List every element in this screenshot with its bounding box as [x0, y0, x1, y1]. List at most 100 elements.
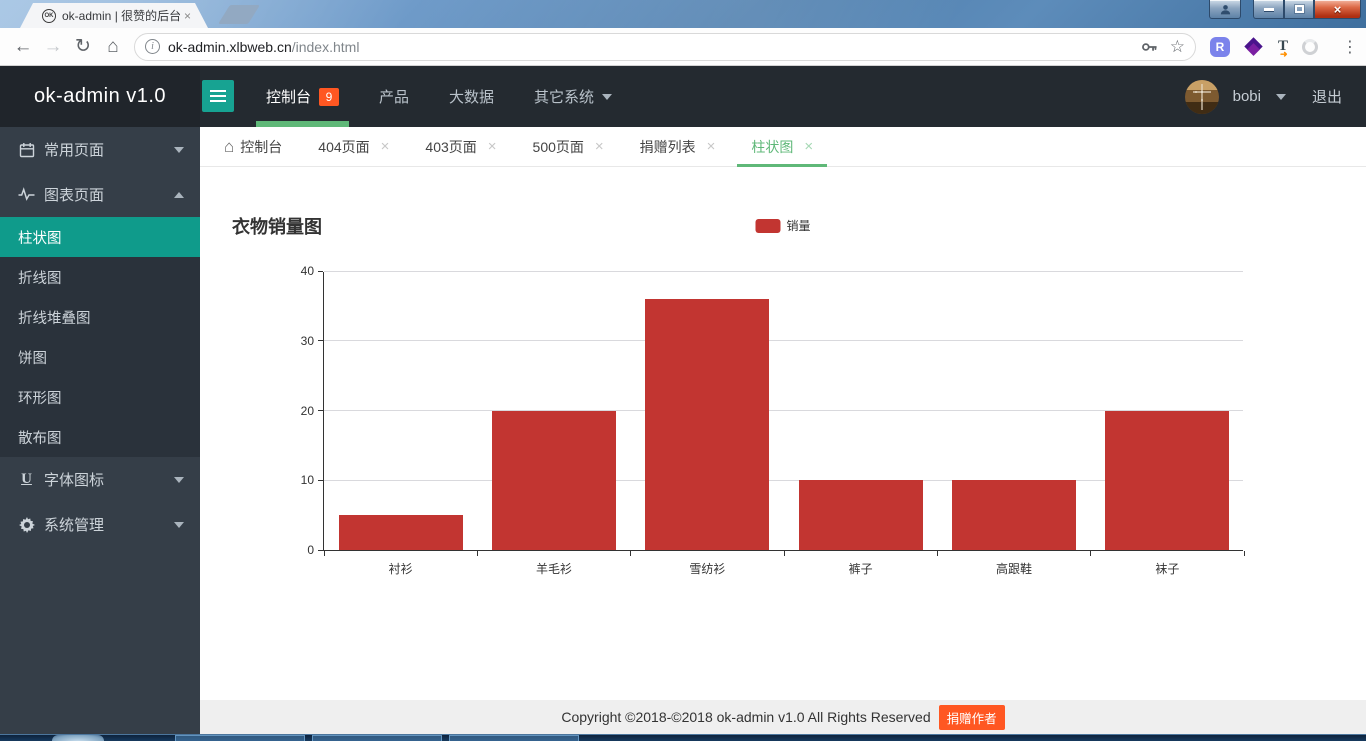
page-tab-label: 404页面 [318, 137, 369, 157]
x-axis-label: 雪纺衫 [631, 560, 784, 577]
forward-button[interactable]: → [38, 37, 68, 56]
profile-button[interactable] [1209, 0, 1241, 19]
url-text[interactable]: ok-admin.xlbweb.cn/index.html [168, 39, 1140, 55]
extension-r-icon[interactable]: R [1210, 37, 1230, 57]
x-axis-label: 裤子 [784, 560, 937, 577]
bookmark-star-icon[interactable]: ☆ [1170, 38, 1185, 55]
tab-close-icon[interactable]: × [381, 139, 390, 154]
nav-item-label: 控制台 [266, 86, 311, 107]
extensions-row: R T ⋮ [1210, 37, 1358, 57]
page-tab[interactable]: 500页面 × [519, 127, 618, 166]
sidebar-group[interactable]: U字体图标 [0, 457, 200, 502]
taskbar-button[interactable] [312, 735, 442, 741]
nav-item[interactable]: 其它系统 [514, 66, 632, 127]
new-tab-button[interactable] [218, 5, 260, 24]
x-axis-tick [477, 551, 478, 556]
sidebar-item[interactable]: 柱状图 [0, 217, 200, 257]
bar-chart-plot: 010203040衬衫羊毛衫雪纺衫裤子高跟鞋袜子 [323, 272, 1243, 551]
donate-button[interactable]: 捐赠作者 [939, 705, 1005, 730]
tab-close-icon[interactable]: × [184, 9, 191, 23]
close-window-button[interactable]: × [1314, 0, 1361, 19]
page-tabs-bar: ⌂控制台404页面×403页面×500页面×捐赠列表×柱状图× [200, 127, 1366, 167]
sidebar: 常用页面图表页面柱状图折线图折线堆叠图饼图环形图散布图U字体图标系统管理 [0, 127, 200, 734]
chart-bar [492, 411, 616, 551]
page-tab-label: 柱状图 [751, 137, 793, 157]
browser-home-button[interactable]: ⌂ [98, 37, 128, 56]
page-tab[interactable]: 403页面 × [411, 127, 510, 166]
back-button[interactable]: ← [8, 37, 38, 56]
avatar[interactable] [1185, 80, 1219, 114]
close-icon: × [1334, 3, 1342, 16]
x-axis-tick [937, 551, 938, 556]
sidebar-toggle-button[interactable] [202, 80, 234, 112]
address-bar[interactable]: i ok-admin.xlbweb.cn/index.html ☆ [134, 33, 1196, 61]
maximize-button[interactable] [1284, 0, 1314, 19]
tab-close-icon[interactable]: × [707, 139, 716, 154]
sidebar-item[interactable]: 折线图 [0, 257, 200, 297]
page-tab-label: 403页面 [425, 137, 476, 157]
nav-item[interactable]: 产品 [359, 66, 429, 127]
browser-menu-icon[interactable]: ⋮ [1342, 37, 1358, 57]
y-axis-tick [318, 550, 323, 551]
password-key-icon[interactable] [1140, 38, 1158, 56]
sidebar-item[interactable]: 饼图 [0, 337, 200, 377]
copyright-text: Copyright ©2018-©2018 ok-admin v1.0 All … [561, 709, 930, 725]
maximize-icon [1295, 5, 1304, 13]
sidebar-group[interactable]: 常用页面 [0, 127, 200, 172]
chart-bar [952, 480, 1076, 550]
sidebar-group[interactable]: 图表页面 [0, 172, 200, 217]
browser-titlebar: OK ok-admin | 很赞的后台模 × × [0, 0, 1366, 28]
chevron-down-icon [174, 522, 184, 528]
sidebar-group[interactable]: 系统管理 [0, 502, 200, 547]
page-tab-label: 控制台 [240, 137, 282, 157]
sidebar-item[interactable]: 环形图 [0, 377, 200, 417]
extension-translate-icon[interactable]: T [1278, 39, 1288, 54]
chevron-down-icon [174, 147, 184, 153]
y-axis-label: 0 [276, 544, 314, 556]
y-axis-tick [318, 410, 323, 411]
page-tab[interactable]: ⌂控制台 [210, 127, 296, 166]
nav-item[interactable]: 控制台9 [246, 66, 359, 127]
sidebar-item[interactable]: 折线堆叠图 [0, 297, 200, 337]
chart-bar [1105, 411, 1229, 551]
minimize-icon [1264, 8, 1274, 11]
y-gridline [324, 271, 1243, 272]
x-axis-tick [784, 551, 785, 556]
screen: OK ok-admin | 很赞的后台模 × × ← → ↻ ⌂ i ok-ad… [0, 0, 1366, 741]
chevron-up-icon [174, 192, 184, 198]
sidebar-item[interactable]: 散布图 [0, 417, 200, 457]
extension-layers-icon[interactable] [1244, 37, 1264, 57]
legend-label: 销量 [786, 217, 810, 234]
browser-tab[interactable]: OK ok-admin | 很赞的后台模 × [20, 3, 208, 28]
x-axis-label: 衬衫 [324, 560, 477, 577]
taskbar-button[interactable] [449, 735, 579, 741]
start-orb-icon[interactable] [52, 735, 104, 741]
nav-item[interactable]: 大数据 [429, 66, 514, 127]
app-header: ok-admin v1.0 控制台9产品大数据其它系统 bobi 退出 [0, 66, 1366, 127]
tab-close-icon[interactable]: × [804, 139, 813, 154]
x-axis-tick [1090, 551, 1091, 556]
y-axis-label: 40 [276, 265, 314, 277]
y-axis-label: 30 [276, 335, 314, 347]
tab-close-icon[interactable]: × [488, 139, 497, 154]
page-tab[interactable]: 捐赠列表× [626, 127, 730, 166]
app-window: ok-admin v1.0 控制台9产品大数据其它系统 bobi 退出 常用页面… [0, 66, 1366, 734]
chart-legend[interactable]: 销量 [755, 217, 810, 234]
calendar-icon [18, 141, 35, 158]
y-axis-tick [318, 480, 323, 481]
minimize-button[interactable] [1253, 0, 1284, 19]
user-menu[interactable]: bobi [1233, 88, 1286, 105]
url-path: /index.html [292, 39, 360, 55]
tab-close-icon[interactable]: × [595, 139, 604, 154]
refresh-button[interactable]: ↻ [68, 37, 98, 56]
page-tab[interactable]: 柱状图 × [737, 127, 827, 166]
windows-taskbar[interactable] [0, 734, 1366, 741]
page-tab-label: 500页面 [533, 137, 584, 157]
extension-ring-icon[interactable] [1302, 39, 1318, 55]
app-logo: ok-admin v1.0 [0, 66, 200, 127]
page-info-icon[interactable]: i [145, 39, 160, 54]
logout-button[interactable]: 退出 [1312, 86, 1342, 107]
page-tab[interactable]: 404页面 × [304, 127, 403, 166]
taskbar-button[interactable] [175, 735, 305, 741]
x-axis-label: 羊毛衫 [477, 560, 630, 577]
